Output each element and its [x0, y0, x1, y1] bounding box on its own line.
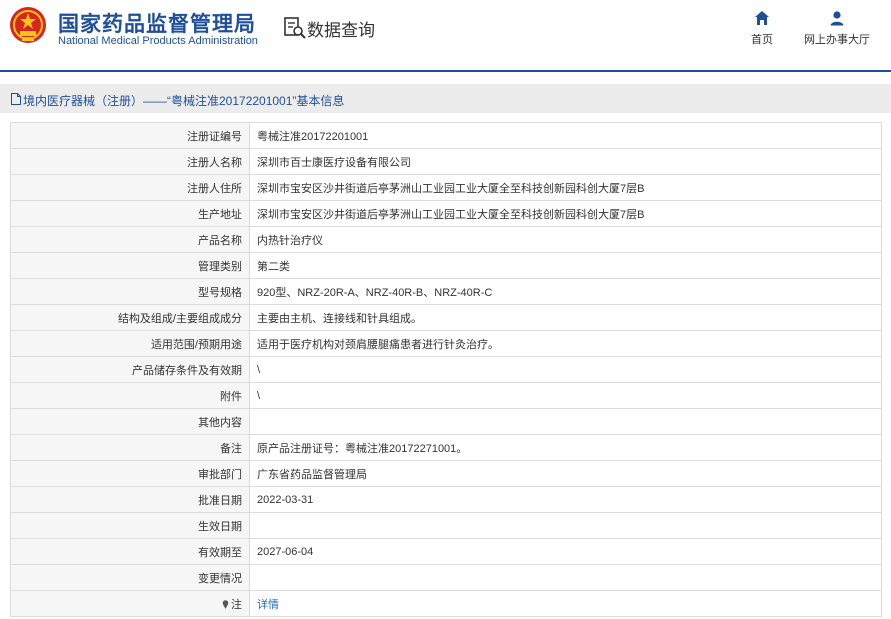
- row-label: 适用范围/预期用途: [10, 330, 250, 357]
- row-value: 粤械注准20172201001: [249, 122, 882, 149]
- row-label: 注: [10, 590, 250, 617]
- row-value: 深圳市百士康医疗设备有限公司: [249, 148, 882, 175]
- document-icon: [11, 93, 21, 105]
- table-row: 适用范围/预期用途 适用于医疗机构对颈肩腰腿痛患者进行针灸治疗。: [10, 330, 882, 357]
- query-title: 数据查询: [307, 21, 375, 40]
- home-icon: [755, 11, 769, 25]
- row-value: 920型、NRZ-20R-A、NRZ-40R-B、NRZ-40R-C: [249, 278, 882, 305]
- table-row: 备注 原产品注册证号：粤械注准20172271001。: [10, 434, 882, 461]
- row-label: 审批部门: [10, 460, 250, 487]
- table-row: 其他内容: [10, 408, 882, 435]
- detail-link[interactable]: 详情: [257, 599, 279, 611]
- row-label: 结构及组成/主要组成成分: [10, 304, 250, 331]
- table-row: 注册人住所 深圳市宝安区沙井街道后亭茅洲山工业园工业大厦全至科技创新园科创大厦7层…: [10, 174, 882, 201]
- row-label: 变更情况: [10, 564, 250, 591]
- row-label: 附件: [10, 382, 250, 409]
- row-label: 其他内容: [10, 408, 250, 435]
- table-row: 批准日期 2022-03-31: [10, 486, 882, 513]
- row-label: 型号规格: [10, 278, 250, 305]
- row-label: 产品储存条件及有效期: [10, 356, 250, 383]
- table-row: 生效日期: [10, 512, 882, 539]
- table-row: 注册证编号 粤械注准20172201001: [10, 122, 882, 149]
- row-label: 注册人名称: [10, 148, 250, 175]
- breadcrumb-text: 境内医疗器械（注册）——“粤械注准20172201001”基本信息: [23, 94, 345, 108]
- table-row: 注册人名称 深圳市百士康医疗设备有限公司: [10, 148, 882, 175]
- row-label: 产品名称: [10, 226, 250, 253]
- table-row: 审批部门 广东省药品监督管理局: [10, 460, 882, 487]
- registration-info-table: 注册证编号 粤械注准20172201001 注册人名称 深圳市百士康医疗设备有限公司…: [10, 122, 882, 617]
- row-value: 主要由主机、连接线和针具组成。: [249, 304, 882, 331]
- nav-home-label: 首页: [751, 34, 773, 46]
- document-search-icon: [284, 17, 306, 39]
- nav-office-label: 网上办事大厅: [804, 34, 870, 46]
- header-divider: [0, 70, 891, 72]
- table-row: 型号规格 920型、NRZ-20R-A、NRZ-40R-B、NRZ-40R-C: [10, 278, 882, 305]
- table-row: 生产地址 深圳市宝安区沙井街道后亭茅洲山工业园工业大厦全至科技创新园科创大厦7层B: [10, 200, 882, 227]
- row-label: 备注: [10, 434, 250, 461]
- site-subtitle: National Medical Products Administration: [58, 35, 258, 47]
- row-value: 适用于医疗机构对颈肩腰腿痛患者进行针灸治疗。: [249, 330, 882, 357]
- row-label: 批准日期: [10, 486, 250, 513]
- pin-icon: [222, 599, 229, 609]
- row-label: 有效期至: [10, 538, 250, 565]
- row-value: 2027-06-04: [249, 538, 882, 565]
- user-icon: [830, 11, 844, 26]
- row-value: [249, 564, 882, 591]
- table-row: 结构及组成/主要组成成分 主要由主机、连接线和针具组成。: [10, 304, 882, 331]
- row-value: [249, 408, 882, 435]
- row-value: \: [249, 356, 882, 383]
- site-header: 国家药品监督管理局 National Medical Products Admi…: [0, 0, 891, 70]
- row-value: 深圳市宝安区沙井街道后亭茅洲山工业园工业大厦全至科技创新园科创大厦7层B: [249, 200, 882, 227]
- nav-office-link[interactable]: 网上办事大厅: [800, 10, 874, 47]
- row-value: 内热针治疗仪: [249, 226, 882, 253]
- table-row: 有效期至 2027-06-04: [10, 538, 882, 565]
- note-label: 注: [231, 598, 242, 611]
- row-label: 注册人住所: [10, 174, 250, 201]
- row-value: 广东省药品监督管理局: [249, 460, 882, 487]
- row-value: 2022-03-31: [249, 486, 882, 513]
- breadcrumb: 境内医疗器械（注册）——“粤械注准20172201001”基本信息: [0, 84, 891, 113]
- national-emblem-icon: [10, 7, 46, 43]
- table-row: 变更情况: [10, 564, 882, 591]
- row-label: 生效日期: [10, 512, 250, 539]
- table-row: 产品名称 内热针治疗仪: [10, 226, 882, 253]
- row-value: [249, 512, 882, 539]
- row-label: 生产地址: [10, 200, 250, 227]
- row-label: 管理类别: [10, 252, 250, 279]
- row-value: 深圳市宝安区沙井街道后亭茅洲山工业园工业大厦全至科技创新园科创大厦7层B: [249, 174, 882, 201]
- nav-home-link[interactable]: 首页: [744, 10, 780, 47]
- row-value: 详情: [249, 590, 882, 617]
- row-value: 原产品注册证号：粤械注准20172271001。: [249, 434, 882, 461]
- table-row: 产品储存条件及有效期 \: [10, 356, 882, 383]
- row-label: 注册证编号: [10, 122, 250, 149]
- row-value: \: [249, 382, 882, 409]
- row-value: 第二类: [249, 252, 882, 279]
- table-row: 注 详情: [10, 590, 882, 617]
- site-title: 国家药品监督管理局: [58, 13, 256, 36]
- table-row: 管理类别 第二类: [10, 252, 882, 279]
- table-row: 附件 \: [10, 382, 882, 409]
